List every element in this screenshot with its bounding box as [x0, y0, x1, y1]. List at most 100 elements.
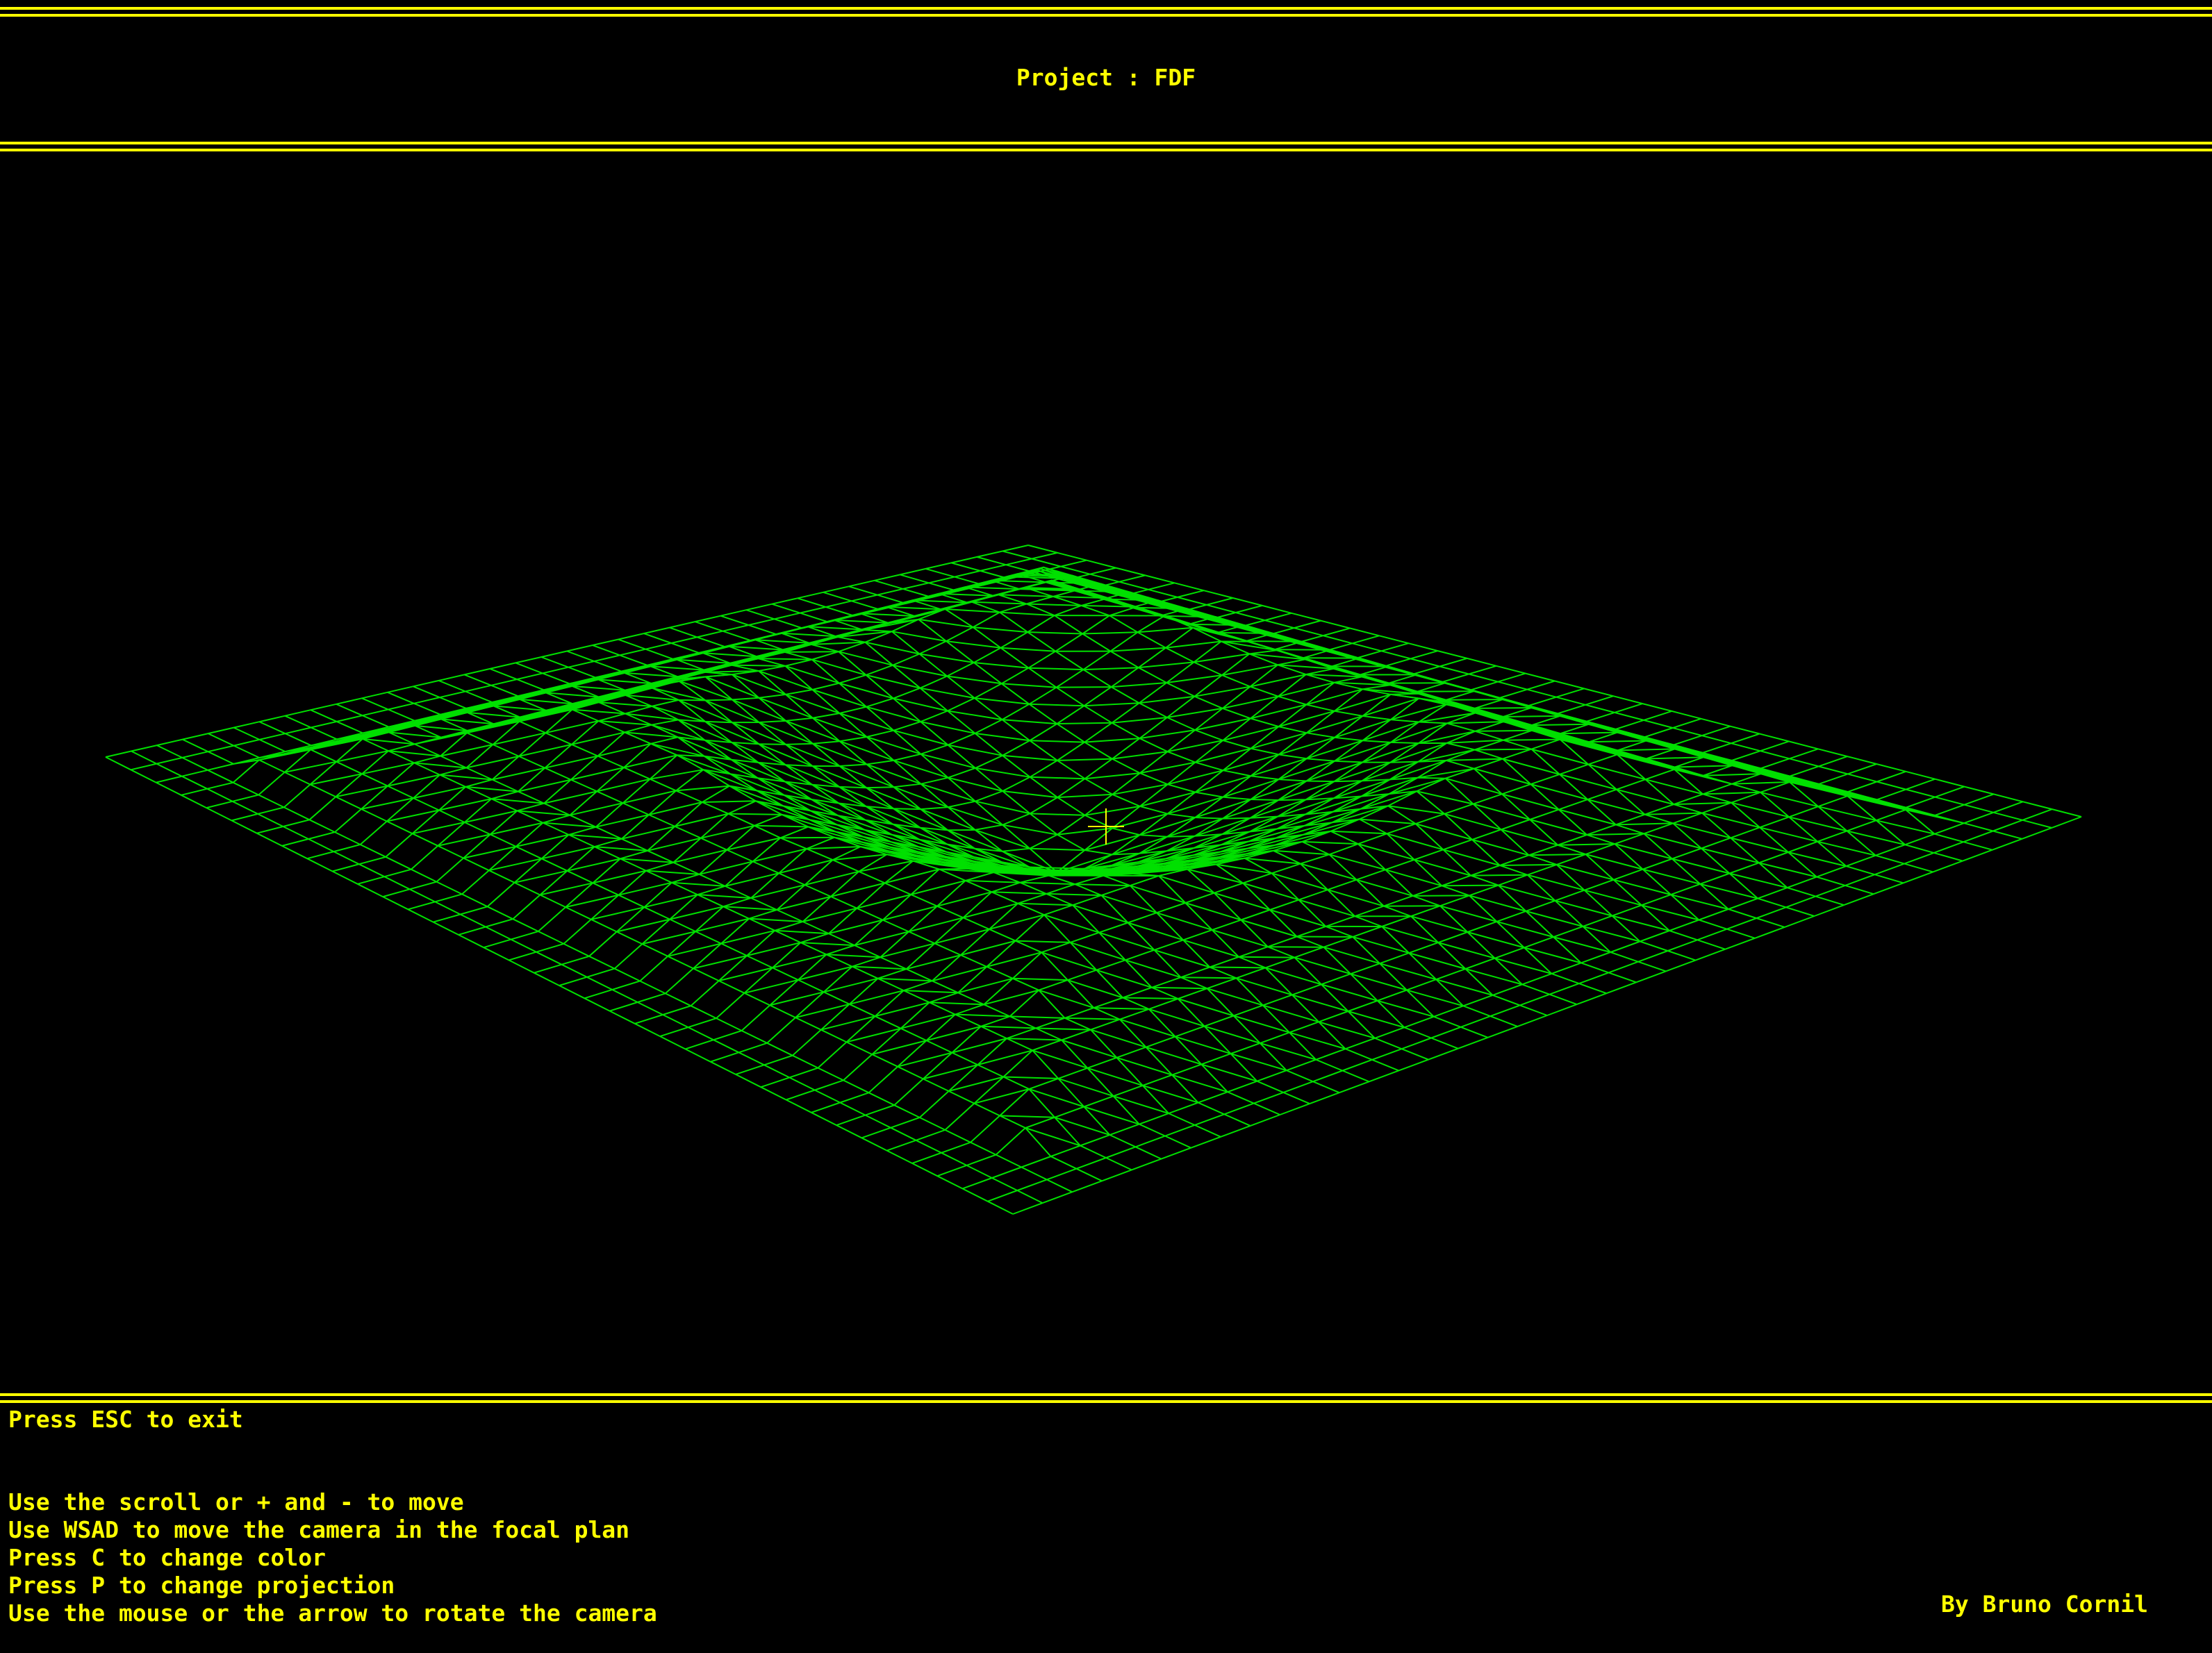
mesh-line: [1334, 741, 1392, 762]
mesh-line: [1334, 761, 1391, 783]
mesh-line: [467, 698, 520, 712]
mesh-line: [929, 1002, 984, 1006]
mesh-line: [705, 676, 759, 699]
mesh-line: [438, 798, 492, 811]
mesh-line: [955, 1013, 1010, 1017]
mesh-line: [387, 691, 1340, 1094]
mesh-line: [785, 764, 840, 788]
mesh-line: [1110, 647, 1166, 652]
mesh-line: [566, 650, 1548, 1016]
mesh-line: [1278, 760, 1335, 781]
mesh-line: [1818, 785, 1877, 801]
mesh-line: [490, 822, 543, 836]
mesh-line: [1474, 748, 1532, 751]
mesh-line: [1030, 776, 1085, 780]
mesh-line: [1531, 723, 1589, 726]
top-frame-line-inner: [0, 14, 2212, 17]
mesh-line: [1703, 754, 1762, 771]
instruction-rotate: Use the mouse or the arrow to rotate the…: [8, 1600, 657, 1627]
mesh-line: [782, 805, 838, 826]
mesh-line: [570, 767, 625, 781]
mesh-line: [1446, 758, 1503, 761]
mesh-line: [414, 732, 468, 745]
mesh-line: [1030, 847, 1085, 852]
mesh-line: [284, 761, 337, 773]
render-viewport[interactable]: [0, 154, 2212, 1390]
mesh-line: [1084, 772, 1141, 780]
mesh-line: [785, 743, 840, 767]
mesh-line: [413, 686, 1370, 1083]
mesh-line: [1790, 779, 1848, 795]
mesh-line: [1732, 763, 1790, 779]
mesh-line: [839, 713, 894, 731]
mesh-line: [754, 824, 809, 828]
mesh-line: [811, 754, 1848, 1113]
mesh-line: [1646, 740, 1704, 756]
mesh-line: [208, 733, 1132, 1171]
mesh-line: [784, 794, 839, 817]
instruction-color: Press C to change color: [8, 1544, 326, 1571]
mesh-line: [387, 774, 440, 787]
mesh-line: [784, 651, 839, 653]
mesh-line: [543, 790, 597, 804]
mesh-line: [939, 592, 993, 597]
mesh-line: [1210, 966, 1266, 969]
mesh-line: [1166, 707, 1223, 718]
mesh-line: [1012, 816, 2082, 1215]
mesh-line: [1030, 740, 1085, 743]
mesh-line: [1083, 667, 1139, 671]
mesh-line: [705, 699, 759, 723]
mesh-line: [412, 822, 465, 835]
mesh-line: [1876, 801, 1936, 816]
mesh-line: [545, 755, 598, 769]
mesh-line: [1035, 1027, 1091, 1031]
mesh-line: [1306, 688, 1363, 706]
mesh-line: [1123, 997, 1178, 999]
mesh-line: [991, 579, 1046, 583]
mesh-line: [625, 678, 679, 692]
mesh-line: [964, 586, 1020, 590]
mesh-line: [1475, 712, 1533, 729]
mesh-line: [1030, 813, 1085, 816]
mesh-line: [1703, 791, 1761, 795]
mesh-line: [1306, 715, 1363, 734]
mesh-line: [1166, 817, 1223, 838]
mesh-line: [1057, 793, 1113, 799]
mesh-line: [182, 738, 1103, 1182]
mesh-line: [1028, 667, 1084, 671]
mesh-line: [839, 765, 894, 788]
mesh-line: [1064, 1017, 1120, 1020]
mesh-line: [1503, 721, 1561, 738]
mesh-line: [335, 785, 388, 798]
mesh-line: [1247, 833, 1304, 849]
mesh-line: [545, 720, 599, 734]
mesh-line: [697, 894, 752, 899]
mesh-line: [866, 763, 921, 785]
mesh-line: [1002, 824, 1058, 836]
mesh-line: [1029, 703, 1084, 707]
mesh-line: [920, 687, 975, 699]
mesh-line: [812, 765, 867, 789]
mesh-line: [1645, 760, 1703, 776]
mesh-line: [1588, 742, 1646, 760]
header-divider-line: [0, 142, 2212, 144]
mesh-line: [775, 929, 829, 935]
mesh-line: [877, 977, 932, 982]
mesh-line: [1417, 690, 1474, 692]
mesh-line: [1471, 874, 1528, 877]
mesh-line: [361, 762, 415, 775]
mesh-line: [1009, 1015, 1065, 1019]
mesh-line: [1000, 647, 1056, 652]
mesh-line: [1503, 715, 1560, 717]
mesh-line: [1124, 594, 1180, 613]
mesh-line: [1015, 940, 1071, 943]
mesh-line: [1002, 754, 1057, 761]
mesh-line: [678, 719, 732, 743]
mesh-line: [755, 800, 810, 821]
mesh-line: [911, 786, 1965, 1164]
mesh-line: [1027, 631, 1083, 635]
mesh-line: [1278, 781, 1335, 801]
mesh-line: [1093, 1007, 1149, 1010]
mesh-line: [464, 810, 518, 823]
mesh-line: [231, 566, 1175, 822]
